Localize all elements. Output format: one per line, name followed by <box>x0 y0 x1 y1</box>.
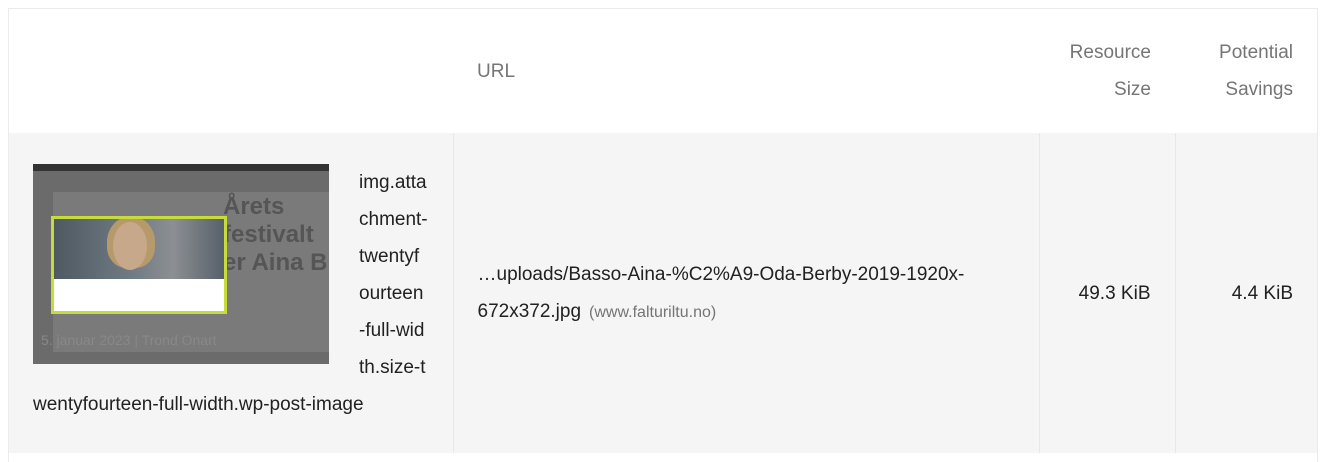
resource-url-link[interactable]: …uploads/Basso-Aina-%C2%A9-Oda-Berby-201… <box>478 264 965 322</box>
resource-size-column-header: Resource Size <box>1069 42 1151 100</box>
table-header-row: URL Resource Size Potential Savings <box>9 9 1317 133</box>
potential-savings-column-header: Potential Savings <box>1219 42 1293 100</box>
table-row: Årets festivalt er Aina B 5. januar 2023… <box>9 133 1317 453</box>
thumbnail-title-line: Årets <box>223 192 285 220</box>
thumbnail-title-line: festivalt <box>223 220 314 248</box>
url-column-header: URL <box>477 60 516 82</box>
thumbnail-title-line: er Aina B <box>223 248 328 276</box>
audit-details-table: URL Resource Size Potential Savings Året… <box>8 8 1318 462</box>
element-column-header <box>9 9 453 133</box>
details-table: URL Resource Size Potential Savings Året… <box>9 9 1317 453</box>
thumbnail-meta: 5. januar 2023 | Trond Onart <box>41 331 217 348</box>
thumbnail-header-bar <box>33 163 329 171</box>
resource-url-host: (www.falturiltu.no) <box>589 303 717 321</box>
element-highlight-box <box>51 215 227 314</box>
potential-savings-cell: 4.4 KiB <box>1174 133 1317 453</box>
resource-size-cell: 49.3 KiB <box>1038 133 1175 453</box>
url-cell: …uploads/Basso-Aina-%C2%A9-Oda-Berby-201… <box>452 133 1039 453</box>
element-screenshot-thumbnail[interactable]: Årets festivalt er Aina B 5. januar 2023… <box>33 163 329 364</box>
element-cell: Årets festivalt er Aina B 5. januar 2023… <box>9 133 453 453</box>
